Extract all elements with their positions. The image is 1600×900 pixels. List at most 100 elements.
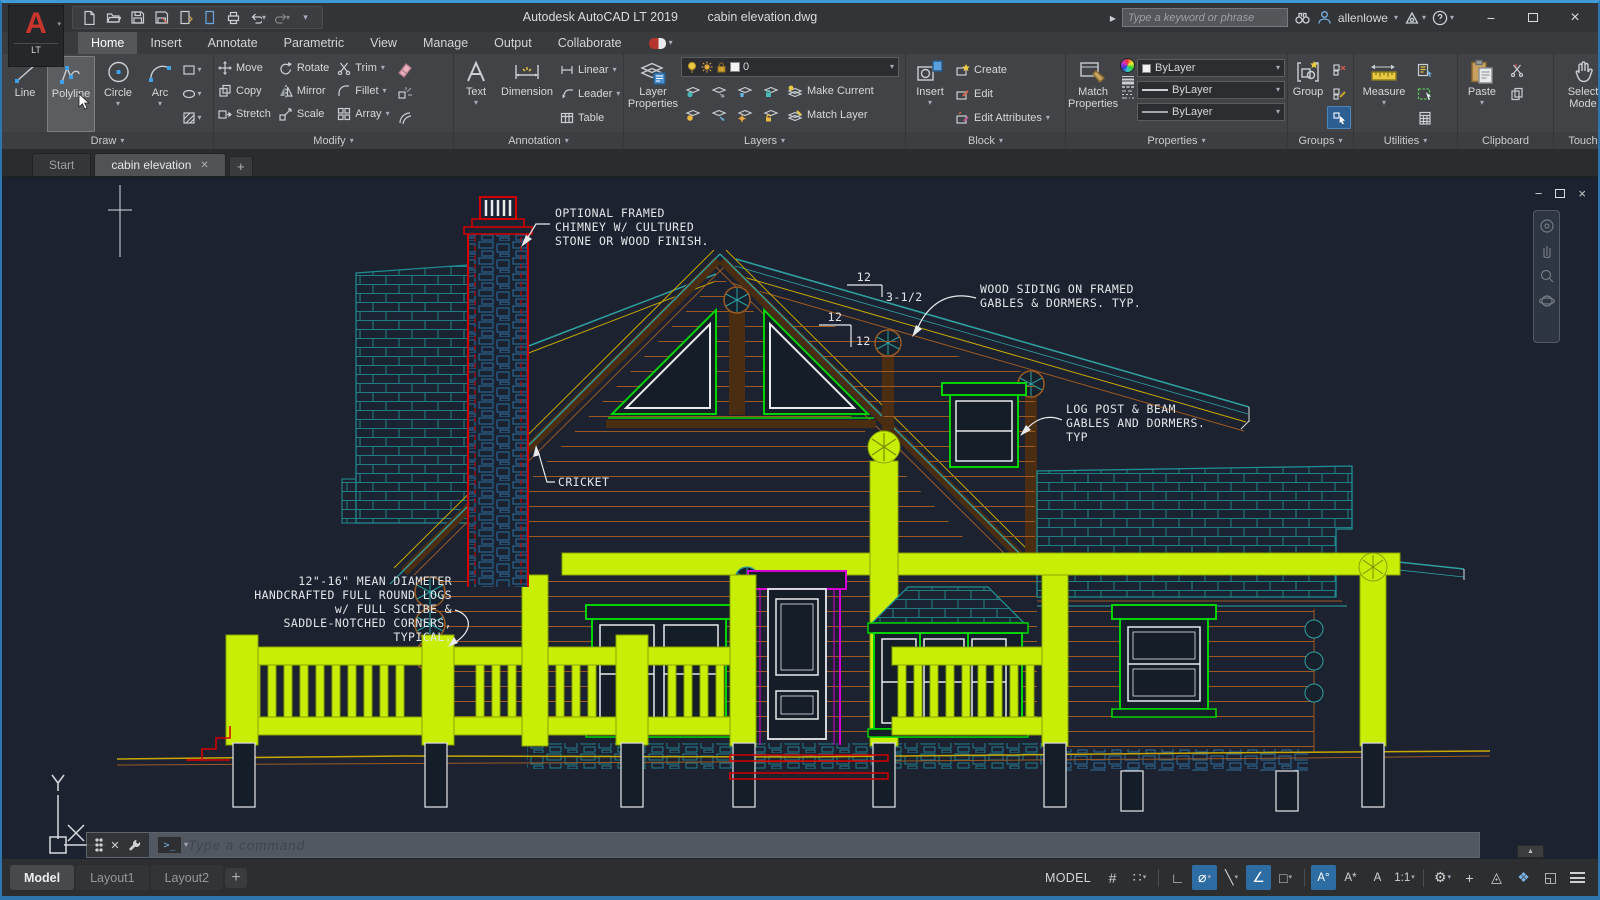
layer-unisolate-button[interactable] [707, 104, 731, 127]
scale-button[interactable]: Scale [277, 102, 331, 125]
hatch-tool-button[interactable]: ▾ [180, 106, 204, 129]
scroll-up-button[interactable]: ▲ [1517, 845, 1544, 858]
dwg-restore-button[interactable] [1555, 189, 1565, 198]
panel-clipboard-footer[interactable]: Clipboard [1458, 132, 1553, 149]
polyline-button[interactable]: Polyline [47, 56, 95, 132]
username-label[interactable]: allenlowe [1338, 11, 1388, 25]
tab-insert[interactable]: Insert [137, 32, 194, 54]
panel-utilities-footer[interactable]: Utilities▾ [1354, 132, 1457, 149]
hardware-acceleration-button[interactable]: ❖ [1511, 865, 1536, 890]
move-button[interactable]: Move [216, 56, 273, 79]
save-as-button[interactable] [153, 9, 170, 26]
autoscale-toggle[interactable]: A* [1338, 865, 1363, 890]
rotate-button[interactable]: Rotate [277, 56, 331, 79]
text-button[interactable]: Text▾ [456, 56, 496, 132]
ribbon-options-icon[interactable]: ▾ [649, 32, 673, 54]
file-tab-cabin-elevation[interactable]: cabin elevation✕ [94, 153, 225, 176]
annotation-visibility-toggle[interactable]: A° [1311, 865, 1336, 890]
panel-block-footer[interactable]: Block▾ [906, 132, 1065, 149]
lineweight-icon[interactable] [1120, 74, 1136, 88]
customize-qat-button[interactable]: ▾ [297, 9, 314, 26]
layer-off-others-button[interactable] [681, 104, 705, 127]
make-current-button[interactable]: Make Current [785, 80, 876, 103]
linetype-icon[interactable] [1120, 89, 1136, 101]
table-button[interactable]: Table [558, 106, 620, 129]
panel-annotation-footer[interactable]: Annotation▾ [454, 132, 623, 149]
circle-button[interactable]: Circle▾ [96, 56, 140, 132]
command-input[interactable] [188, 838, 1479, 853]
polar-tracking-toggle[interactable]: ⌀▾ [1192, 865, 1217, 890]
close-button[interactable]: × [1554, 5, 1596, 31]
lineweight-dropdown[interactable]: ByLayer▾ [1137, 81, 1285, 99]
navigation-bar[interactable] [1533, 210, 1560, 343]
wrench-icon[interactable] [127, 838, 141, 852]
layer-dropdown[interactable]: 0 ▾ [681, 57, 899, 77]
match-properties-button[interactable]: Match Properties [1068, 56, 1118, 132]
edit-attributes-button[interactable]: Edit Attributes▾ [953, 106, 1059, 129]
open-from-web-mobile-button[interactable] [201, 9, 218, 26]
new-tab-button[interactable]: + [229, 156, 253, 176]
paste-button[interactable]: Paste▾ [1460, 56, 1504, 132]
panel-layers-footer[interactable]: Layers▾ [624, 132, 905, 149]
dwg-close-button[interactable]: × [1578, 186, 1586, 201]
layer-freeze-button[interactable] [733, 80, 757, 103]
dwg-minimize-button[interactable]: − [1535, 186, 1543, 201]
cut-clip-button[interactable] [1505, 58, 1529, 81]
maximize-button[interactable] [1512, 5, 1554, 31]
layer-off-button[interactable] [681, 80, 705, 103]
edit-block-button[interactable]: Edit [953, 82, 1059, 105]
isometric-drafting-toggle[interactable]: ╲▾ [1219, 865, 1244, 890]
help-search-input[interactable] [1122, 8, 1288, 27]
select-mode-button[interactable]: Select Mode [1557, 56, 1600, 132]
crosshair-size-button[interactable]: + [1457, 865, 1482, 890]
close-tab-icon[interactable]: ✕ [200, 160, 208, 171]
tab-view[interactable]: View [357, 32, 410, 54]
open-button[interactable] [105, 9, 122, 26]
panel-touch-footer[interactable]: Touch [1554, 132, 1600, 149]
ellipse-tool-button[interactable]: ▾ [180, 82, 204, 105]
dimension-button[interactable]: Dimension [497, 56, 557, 132]
match-layer-button[interactable]: Match Layer [785, 104, 870, 127]
autodesk-a360-icon[interactable]: ▾ [1404, 11, 1426, 25]
linetype-dropdown[interactable]: ByLayer▾ [1137, 103, 1285, 121]
rectangle-tool-button[interactable]: ▾ [180, 58, 204, 81]
plot-button[interactable] [225, 9, 242, 26]
object-color-dropdown[interactable]: ByLayer▾ [1137, 59, 1285, 77]
layout1-tab[interactable]: Layout1 [76, 865, 148, 890]
measure-button[interactable]: Measure▾ [1356, 56, 1412, 132]
layer-lock-button[interactable] [759, 80, 783, 103]
leader-button[interactable]: Leader▾ [558, 82, 620, 105]
clean-screen-button[interactable]: ◱ [1538, 865, 1563, 890]
command-line[interactable]: ✕ >_ ▾ [86, 832, 1480, 858]
undo-button[interactable]: ▾ [249, 9, 266, 26]
application-menu-button[interactable]: A LT ▾ [8, 5, 64, 67]
group-button[interactable]: Group [1290, 56, 1326, 132]
ortho-toggle[interactable]: ∟ [1165, 865, 1190, 890]
layout2-tab[interactable]: Layout2 [151, 865, 223, 890]
layer-isolate-button[interactable] [707, 80, 731, 103]
save-button[interactable] [129, 9, 146, 26]
layer-thaw-button[interactable] [733, 104, 757, 127]
layer-properties-button[interactable]: Layer Properties [626, 56, 680, 132]
panel-properties-footer[interactable]: Properties▾ [1066, 132, 1287, 149]
customization-gear-button[interactable]: ⚙▾ [1430, 865, 1455, 890]
file-tab-start[interactable]: Start [32, 153, 91, 176]
orbit-icon[interactable] [1539, 293, 1555, 309]
create-block-button[interactable]: Create [953, 58, 1059, 81]
group-selection-toggle[interactable] [1327, 106, 1351, 129]
tab-annotate[interactable]: Annotate [195, 32, 271, 54]
tab-manage[interactable]: Manage [410, 32, 481, 54]
explode-button[interactable] [393, 82, 417, 105]
linear-dimension-button[interactable]: Linear▾ [558, 58, 620, 81]
status-menu-button[interactable] [1565, 865, 1590, 890]
annotation-scale-value[interactable]: 1:1▾ [1392, 865, 1417, 890]
model-space-toggle[interactable]: MODEL [1045, 871, 1091, 885]
search-expand-icon[interactable]: ▸ [1110, 11, 1116, 25]
tab-home[interactable]: Home [78, 32, 137, 54]
panel-draw-footer[interactable]: Draw▾ [2, 132, 213, 149]
signin-user-icon[interactable] [1317, 10, 1332, 25]
grid-toggle[interactable]: # [1100, 865, 1125, 890]
object-snap-tracking-toggle[interactable]: ∠ [1246, 865, 1271, 890]
quick-calculator-button[interactable] [1413, 106, 1437, 129]
command-line-close-icon[interactable]: ✕ [110, 839, 119, 852]
